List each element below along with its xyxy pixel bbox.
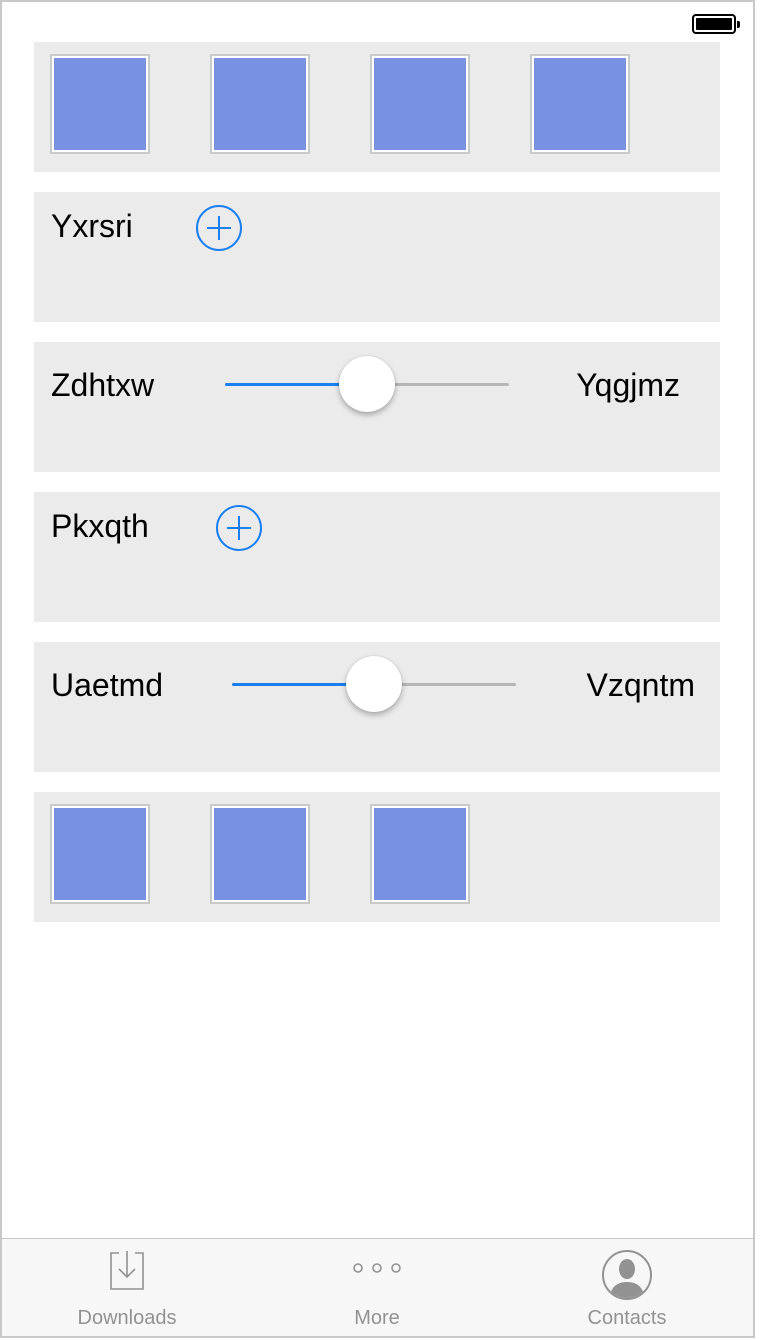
contacts-icon xyxy=(601,1249,653,1306)
row-label: Pkxqth xyxy=(51,508,149,544)
plus-circle-icon[interactable] xyxy=(196,205,242,251)
tab-label: Contacts xyxy=(587,1307,667,1329)
slider-panel: Uaetmd Vzqntm xyxy=(34,642,720,772)
slider-thumb[interactable] xyxy=(339,356,395,412)
image-tile[interactable] xyxy=(530,54,630,154)
more-icon xyxy=(352,1261,402,1280)
plus-circle-icon[interactable] xyxy=(216,505,262,551)
slider-thumb[interactable] xyxy=(346,656,402,712)
image-tile[interactable] xyxy=(210,804,310,904)
slider-min-label: Uaetmd xyxy=(51,667,164,703)
slider-panel: Zdhtxw Yqgjmz xyxy=(34,342,720,472)
tab-label: Downloads xyxy=(77,1307,177,1329)
slider-max-label: Vzqntm xyxy=(586,667,695,703)
image-tile[interactable] xyxy=(50,804,150,904)
slider[interactable] xyxy=(225,354,509,414)
image-tile[interactable] xyxy=(210,54,310,154)
tab-more[interactable]: More xyxy=(252,1239,502,1336)
add-row-panel: Pkxqth xyxy=(34,492,720,622)
status-bar xyxy=(2,2,753,42)
app-screen: Yxrsri Zdhtxw Yqgjmz Pkxqth Uaetmd Vzqnt… xyxy=(0,0,755,1338)
tab-label: More xyxy=(354,1307,400,1329)
battery-icon xyxy=(692,14,740,34)
image-grid-panel xyxy=(34,42,720,172)
downloads-icon xyxy=(105,1249,149,1298)
tab-bar: Downloads More Contacts xyxy=(2,1238,753,1336)
slider[interactable] xyxy=(232,654,516,714)
tab-contacts[interactable]: Contacts xyxy=(502,1239,752,1336)
image-tile[interactable] xyxy=(50,54,150,154)
image-tile[interactable] xyxy=(370,804,470,904)
image-tile[interactable] xyxy=(370,54,470,154)
slider-max-label: Yqgjmz xyxy=(576,367,680,403)
image-grid-panel xyxy=(34,792,720,922)
slider-min-label: Zdhtxw xyxy=(51,367,155,403)
tab-downloads[interactable]: Downloads xyxy=(2,1239,252,1336)
row-label: Yxrsri xyxy=(51,208,133,244)
add-row-panel: Yxrsri xyxy=(34,192,720,322)
